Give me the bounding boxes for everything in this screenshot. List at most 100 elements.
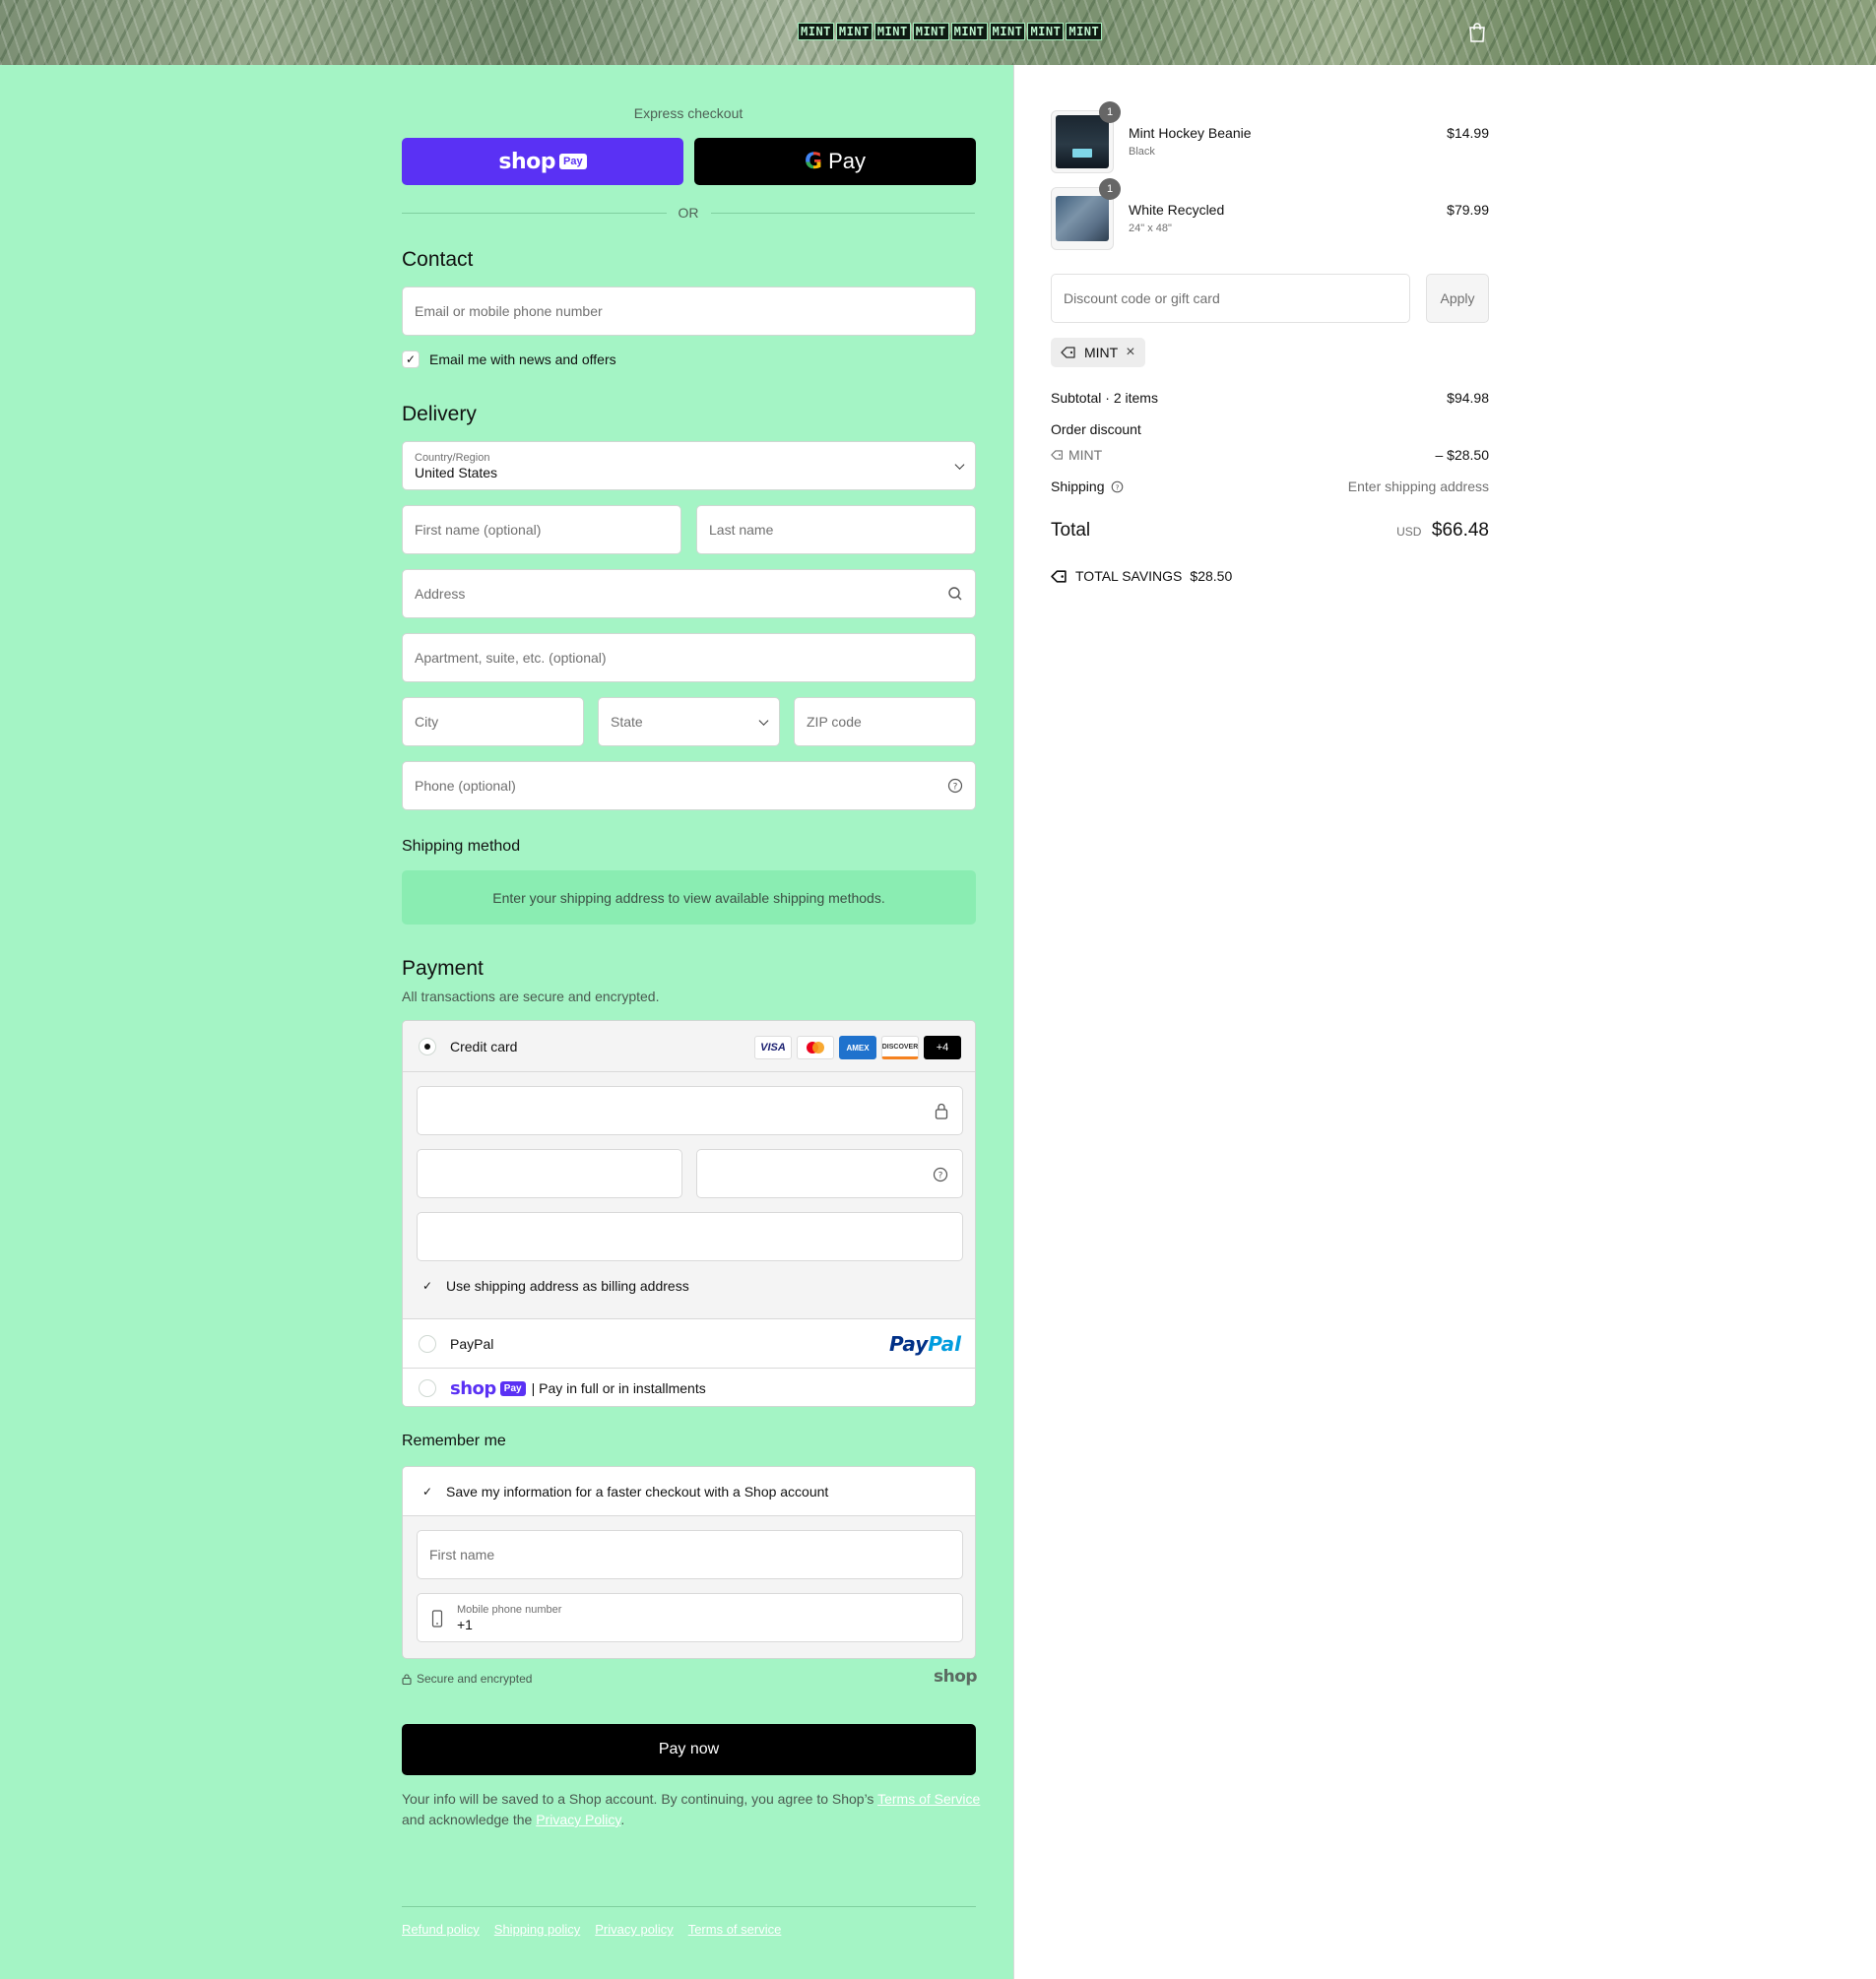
country-value: United States xyxy=(415,464,498,480)
help-circle-icon[interactable]: ? xyxy=(947,778,963,794)
paypal-label: PayPal xyxy=(450,1335,494,1352)
shop-first-name-field[interactable]: First name xyxy=(417,1530,963,1579)
security-code-field[interactable]: ? xyxy=(696,1149,963,1198)
news-checkbox-row[interactable]: ✓ Email me with news and offers xyxy=(402,351,616,368)
discount-code-field[interactable]: Discount code or gift card xyxy=(1051,274,1410,323)
store-logo[interactable]: MINT MINT MINT MINT MINT MINT MINT MINT xyxy=(798,23,1103,40)
email-placeholder: Email or mobile phone number xyxy=(415,303,603,319)
svg-text:?: ? xyxy=(938,1172,943,1181)
state-select[interactable]: State xyxy=(598,697,780,746)
billing-same-row[interactable]: ✓ Use shipping address as billing addres… xyxy=(419,1277,689,1295)
last-name-placeholder: Last name xyxy=(709,522,774,538)
legal-text: Your info will be saved to a Shop accoun… xyxy=(402,1789,983,1830)
recycled-product-image xyxy=(1056,196,1109,241)
secure-note: Secure and encrypted xyxy=(402,1672,532,1686)
lock-icon xyxy=(935,1103,948,1119)
subtotal-value: $94.98 xyxy=(1447,390,1489,406)
save-info-checkbox[interactable]: ✓ xyxy=(419,1483,436,1500)
paypal-radio[interactable] xyxy=(419,1334,436,1353)
remember-me-heading: Remember me xyxy=(402,1433,506,1449)
last-name-field[interactable]: Last name xyxy=(696,505,976,554)
zip-placeholder: ZIP code xyxy=(807,714,862,730)
paypal-option[interactable]: PayPal PayPal xyxy=(403,1319,975,1369)
shop-first-name-placeholder: First name xyxy=(429,1547,495,1563)
terms-of-service-link[interactable]: Terms of service xyxy=(688,1922,782,1937)
total-value: $66.48 xyxy=(1431,520,1489,541)
quantity-badge: 1 xyxy=(1099,178,1121,200)
paypal-logo: PayPal xyxy=(889,1332,961,1356)
card-brand-icons: VISA AMEX DISCOVER +4 xyxy=(754,1036,961,1059)
remove-discount-icon[interactable]: × xyxy=(1126,344,1134,361)
mobile-phone-label: Mobile phone number xyxy=(457,1603,562,1616)
shop-privacy-link[interactable]: Privacy Policy xyxy=(536,1812,620,1827)
tag-icon xyxy=(1061,347,1075,358)
name-on-card-field[interactable] xyxy=(417,1212,963,1261)
shipping-policy-link[interactable]: Shipping policy xyxy=(494,1922,580,1937)
shopping-bag-icon[interactable] xyxy=(1467,22,1487,43)
help-circle-icon[interactable]: ? xyxy=(1111,480,1124,493)
express-checkout-label: Express checkout xyxy=(633,105,744,121)
subtotal-label: Subtotal · 2 items xyxy=(1051,390,1158,406)
pay-now-button[interactable]: Pay now xyxy=(402,1724,976,1775)
applied-discount-chip: MINT × xyxy=(1051,338,1145,367)
subtotal-row: Subtotal · 2 items $94.98 xyxy=(1051,390,1489,406)
total-savings-label: TOTAL SAVINGS xyxy=(1075,568,1183,584)
apply-discount-button[interactable]: Apply xyxy=(1426,274,1489,323)
credit-card-radio[interactable] xyxy=(419,1037,436,1055)
apartment-placeholder: Apartment, suite, etc. (optional) xyxy=(415,650,607,666)
paypal-logo-part: Pal xyxy=(928,1331,961,1356)
save-info-row[interactable]: ✓ Save my information for a faster check… xyxy=(403,1467,975,1516)
order-discount-label: Order discount xyxy=(1051,421,1141,437)
mobile-phone-field[interactable]: Mobile phone number +1 xyxy=(417,1593,963,1642)
item-price: $79.99 xyxy=(1447,202,1489,218)
legal-text-part: and acknowledge the xyxy=(402,1812,537,1827)
secure-label: Secure and encrypted xyxy=(417,1672,533,1686)
shipping-method-heading: Shipping method xyxy=(402,838,521,855)
card-number-field[interactable] xyxy=(417,1086,963,1135)
first-name-field[interactable]: First name (optional) xyxy=(402,505,681,554)
logo-tile: MINT xyxy=(989,23,1026,40)
total-label: Total xyxy=(1051,520,1091,541)
phone-field[interactable]: Phone (optional) ? xyxy=(402,761,976,810)
billing-same-checkbox[interactable]: ✓ xyxy=(419,1277,436,1295)
credit-card-label: Credit card xyxy=(450,1038,518,1054)
currency-code: USD xyxy=(1396,525,1422,539)
payment-methods: Credit card VISA AMEX DISCOVER +4 ? ✓ Us… xyxy=(402,1020,976,1407)
shipping-method-info: Enter your shipping address to view avai… xyxy=(402,870,976,925)
logo-tile: MINT xyxy=(950,23,988,40)
tag-icon xyxy=(1051,569,1067,583)
address-field[interactable]: Address xyxy=(402,569,976,618)
zip-field[interactable]: ZIP code xyxy=(794,697,976,746)
expiration-field[interactable] xyxy=(417,1149,682,1198)
google-g-icon: G xyxy=(805,149,823,174)
country-select[interactable]: Country/Region United States xyxy=(402,441,976,490)
help-circle-icon[interactable]: ? xyxy=(933,1167,948,1182)
item-name: White Recycled xyxy=(1129,202,1225,218)
product-thumbnail: 1 xyxy=(1051,178,1121,250)
email-field[interactable]: Email or mobile phone number xyxy=(402,287,976,336)
first-name-placeholder: First name (optional) xyxy=(415,522,542,538)
privacy-policy-link[interactable]: Privacy policy xyxy=(595,1922,673,1937)
billing-same-label: Use shipping address as billing address xyxy=(446,1278,689,1294)
refund-policy-link[interactable]: Refund policy xyxy=(402,1922,480,1937)
shop-pay-radio[interactable] xyxy=(419,1379,436,1397)
discount-amount: – $28.50 xyxy=(1435,447,1490,463)
shop-pay-wordmark: shop xyxy=(450,1377,496,1399)
discount-code-row: MINT – $28.50 xyxy=(1051,447,1489,463)
discount-code-label: MINT xyxy=(1068,447,1103,463)
credit-card-option[interactable]: Credit card VISA AMEX DISCOVER +4 xyxy=(403,1021,975,1072)
logo-tile: MINT xyxy=(835,23,873,40)
or-divider: OR xyxy=(402,203,975,223)
item-name: Mint Hockey Beanie xyxy=(1129,125,1252,141)
item-price: $14.99 xyxy=(1447,125,1489,141)
discover-icon: DISCOVER xyxy=(881,1036,919,1059)
shop-terms-link[interactable]: Terms of Service xyxy=(877,1791,980,1807)
shop-pay-installments-option[interactable]: shop Pay | Pay in full or in installment… xyxy=(403,1369,975,1406)
shop-pay-button[interactable]: shop Pay xyxy=(402,138,683,185)
google-pay-button[interactable]: G Pay xyxy=(694,138,976,185)
city-field[interactable]: City xyxy=(402,697,584,746)
news-checkbox[interactable]: ✓ xyxy=(402,351,420,368)
shop-pay-installments-label: | Pay in full or in installments xyxy=(531,1380,706,1396)
chevron-down-icon xyxy=(954,460,965,470)
apartment-field[interactable]: Apartment, suite, etc. (optional) xyxy=(402,633,976,682)
